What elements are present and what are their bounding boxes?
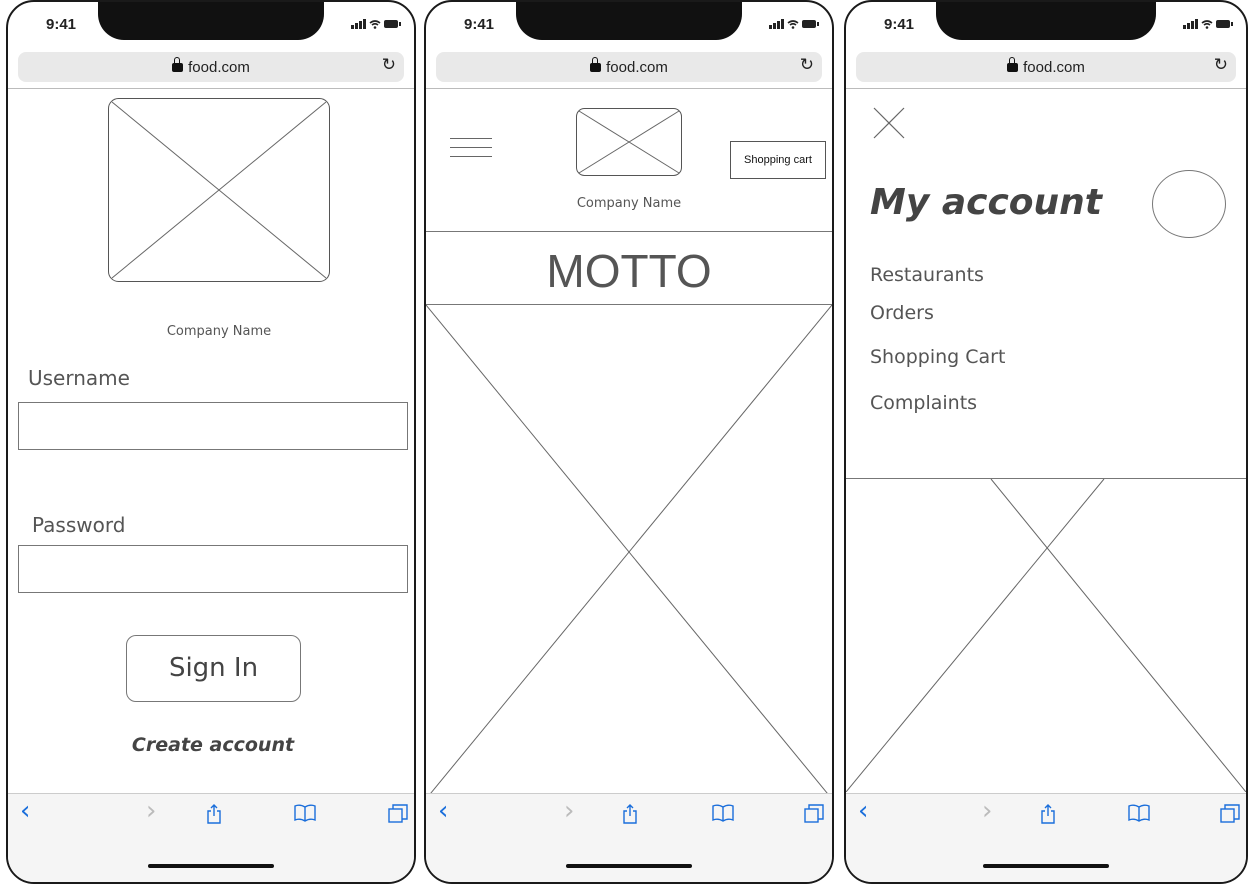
menu-item-orders[interactable]: Orders (870, 302, 934, 324)
company-name: Company Name (166, 324, 272, 339)
back-icon[interactable]: ‹ (20, 798, 30, 824)
status-bar: 9:41 (8, 2, 414, 44)
status-icons (351, 19, 401, 29)
browser-toolbar: ‹ › (846, 793, 1246, 882)
password-input[interactable] (18, 545, 408, 593)
hamburger-menu-icon[interactable] (450, 138, 492, 158)
status-bar: 9:41 (846, 2, 1246, 44)
shopping-cart-button[interactable]: Shopping cart (730, 141, 826, 179)
battery-icon (1216, 20, 1233, 28)
status-icons (769, 19, 819, 29)
lock-icon (172, 57, 184, 72)
logo-placeholder (576, 108, 682, 176)
bookmarks-icon[interactable] (1128, 804, 1150, 827)
battery-icon (802, 20, 819, 28)
lock-icon (1007, 57, 1019, 72)
company-name: Company Name (576, 196, 682, 211)
reload-icon[interactable]: ↻ (1214, 55, 1228, 75)
address-bar[interactable]: food.com ↻ (856, 52, 1236, 82)
url-text: food.com (188, 59, 250, 76)
home-indicator (983, 864, 1109, 868)
status-bar: 9:41 (426, 2, 832, 44)
device-notch (936, 2, 1156, 40)
back-icon[interactable]: ‹ (438, 798, 448, 824)
signal-icon (351, 19, 366, 29)
home-indicator (566, 864, 692, 868)
close-icon[interactable] (872, 106, 906, 140)
header-bottom-divider (426, 231, 832, 232)
account-menu-screen: 9:41 food.com ↻ My account Restaurants O… (844, 0, 1248, 884)
bookmarks-icon[interactable] (712, 804, 734, 827)
back-icon[interactable]: ‹ (858, 798, 868, 824)
menu-item-shopping-cart[interactable]: Shopping Cart (870, 346, 1005, 368)
wifi-icon (369, 19, 381, 29)
reload-icon[interactable]: ↻ (382, 55, 396, 75)
sign-in-button[interactable]: Sign In (126, 635, 301, 702)
login-screen: 9:41 food.com ↻ Company Name Username Pa… (6, 0, 416, 884)
forward-icon[interactable]: › (146, 798, 156, 824)
url-text: food.com (1023, 59, 1085, 76)
tabs-icon[interactable] (1220, 804, 1240, 829)
password-label: Password (32, 513, 126, 537)
reload-icon[interactable]: ↻ (800, 55, 814, 75)
signal-icon (1183, 19, 1198, 29)
status-time: 9:41 (464, 16, 495, 33)
status-icons (1183, 19, 1233, 29)
menu-item-restaurants[interactable]: Restaurants (870, 264, 984, 286)
tabs-icon[interactable] (804, 804, 824, 829)
share-icon[interactable] (206, 804, 222, 829)
device-notch (516, 2, 742, 40)
my-account-heading[interactable]: My account (870, 182, 1102, 223)
bookmarks-icon[interactable] (294, 804, 316, 827)
browser-toolbar: ‹ › (8, 793, 414, 882)
username-input[interactable] (18, 402, 408, 450)
forward-icon[interactable]: › (564, 798, 574, 824)
lock-icon (590, 57, 602, 72)
device-notch (98, 2, 324, 40)
home-indicator (148, 864, 274, 868)
address-bar[interactable]: food.com ↻ (18, 52, 404, 82)
header-divider (426, 88, 832, 89)
hero-image-placeholder (426, 305, 832, 799)
wifi-icon (1201, 19, 1213, 29)
background-image-placeholder (846, 479, 1246, 792)
share-icon[interactable] (622, 804, 638, 829)
logo-placeholder (108, 98, 330, 282)
status-time: 9:41 (46, 16, 77, 33)
browser-toolbar: ‹ › (426, 793, 832, 882)
url-text: food.com (606, 59, 668, 76)
status-time: 9:41 (884, 16, 915, 33)
header-divider (846, 88, 1246, 89)
wifi-icon (787, 19, 799, 29)
forward-icon[interactable]: › (982, 798, 992, 824)
motto-heading: MOTTO (546, 245, 712, 297)
tabs-icon[interactable] (388, 804, 408, 829)
header-divider (8, 88, 414, 89)
battery-icon (384, 20, 401, 28)
home-screen: 9:41 food.com ↻ Company Name Shopping ca… (424, 0, 834, 884)
menu-item-complaints[interactable]: Complaints (870, 392, 977, 414)
avatar[interactable] (1152, 170, 1226, 238)
signal-icon (769, 19, 784, 29)
share-icon[interactable] (1040, 804, 1056, 829)
address-bar[interactable]: food.com ↻ (436, 52, 822, 82)
create-account-link[interactable]: Create account (68, 734, 358, 756)
username-label: Username (28, 366, 130, 390)
